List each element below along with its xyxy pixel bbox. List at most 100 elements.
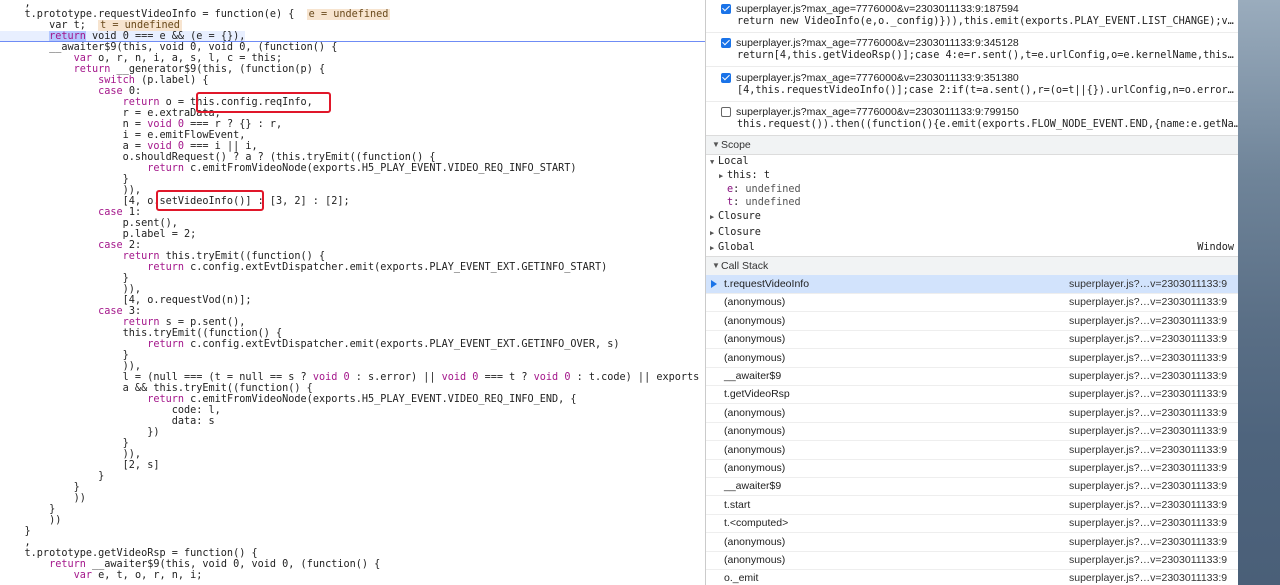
scope-global[interactable]: ▶ Global Window xyxy=(706,241,1239,255)
callstack-frame[interactable]: t.<computed> superplayer.js?…v=2303011133… xyxy=(706,514,1239,534)
code-line[interactable]: )) xyxy=(0,493,86,504)
code-line[interactable]: t.prototype.getVideoRsp = function() { xyxy=(0,548,258,559)
code-line[interactable]: __awaiter$9(this, void 0, void 0, (funct… xyxy=(0,42,337,53)
callstack-frame[interactable]: t.start superplayer.js?…v=2303011133:9 xyxy=(706,496,1239,515)
frame-source-link[interactable]: superplayer.js?…v=2303011133:9 xyxy=(1069,496,1227,514)
frame-source-link[interactable]: superplayer.js?…v=2303011133:9 xyxy=(1069,293,1227,311)
code-line[interactable]: [4, o.requestVod(n)]; xyxy=(0,295,252,306)
breakpoint-item[interactable]: superplayer.js?max_age=7776000&v=2303011… xyxy=(706,32,1239,67)
frame-source-link[interactable]: superplayer.js?…v=2303011133:9 xyxy=(1069,533,1227,551)
callstack-frame[interactable]: (anonymous) superplayer.js?…v=2303011133:… xyxy=(706,293,1239,313)
breakpoint-checkbox[interactable] xyxy=(721,38,731,48)
callstack-frame[interactable]: o._emit superplayer.js?…v=2303011133:9 xyxy=(706,569,1239,585)
callstack-frame[interactable]: (anonymous) superplayer.js?…v=2303011133:… xyxy=(706,349,1239,368)
callstack-frame[interactable]: (anonymous) superplayer.js?…v=2303011133:… xyxy=(706,312,1239,331)
code-line[interactable]: i = e.emitFlowEvent, xyxy=(0,130,246,141)
code-line[interactable]: } xyxy=(0,273,129,284)
callstack-frame[interactable]: t.getVideoRsp superplayer.js?…v=230301113… xyxy=(706,385,1239,405)
frame-source-link[interactable]: superplayer.js?…v=2303011133:9 xyxy=(1069,404,1227,422)
frame-source-link[interactable]: superplayer.js?…v=2303011133:9 xyxy=(1069,349,1227,367)
callstack-frame[interactable]: __awaiter$9 superplayer.js?…v=2303011133:… xyxy=(706,367,1239,386)
code-line[interactable]: } xyxy=(0,438,129,449)
code-line[interactable]: , xyxy=(0,0,31,9)
code-line[interactable]: return c.config.extEvtDispatcher.emit(ex… xyxy=(0,262,607,273)
code-line[interactable]: r = e.extraData, xyxy=(0,108,221,119)
callstack-frame[interactable]: (anonymous) superplayer.js?…v=2303011133:… xyxy=(706,459,1239,478)
code-line[interactable]: var o, r, n, i, a, s, l, c = this; xyxy=(0,53,283,64)
scope-closure-2[interactable]: ▶ Closure xyxy=(706,226,1239,240)
callstack-frame-current[interactable]: t.requestVideoInfo superplayer.js?…v=2303… xyxy=(706,275,1239,294)
frame-source-link[interactable]: superplayer.js?…v=2303011133:9 xyxy=(1069,422,1227,440)
code-line[interactable]: switch (p.label) { xyxy=(0,75,208,86)
breakpoint-item[interactable]: superplayer.js?max_age=7776000&v=2303011… xyxy=(706,0,1239,33)
frame-source-link[interactable]: superplayer.js?…v=2303011133:9 xyxy=(1069,441,1227,459)
code-line[interactable]: var e, t, o, r, n, i; xyxy=(0,570,203,581)
code-line[interactable]: t.prototype.requestVideoInfo = function(… xyxy=(0,9,391,20)
code-line[interactable]: p.sent(), xyxy=(0,218,178,229)
callstack-frame[interactable]: __awaiter$9 superplayer.js?…v=2303011133:… xyxy=(706,477,1239,497)
breakpoint-checkbox[interactable] xyxy=(721,73,731,83)
code-line[interactable]: )) xyxy=(0,515,61,526)
code-line[interactable]: return c.emitFromVideoNode(exports.H5_PL… xyxy=(0,163,576,174)
frame-source-link[interactable]: superplayer.js?…v=2303011133:9 xyxy=(1069,569,1227,585)
code-line[interactable]: )), xyxy=(0,284,141,295)
frame-source-link[interactable]: superplayer.js?…v=2303011133:9 xyxy=(1069,275,1227,293)
scope-var-this[interactable]: ▶ this: t xyxy=(706,169,1239,183)
frame-source-link[interactable]: superplayer.js?…v=2303011133:9 xyxy=(1069,459,1227,477)
callstack-frame[interactable]: (anonymous) superplayer.js?…v=2303011133:… xyxy=(706,404,1239,423)
code-line[interactable]: )), xyxy=(0,361,141,372)
code-line[interactable]: return c.config.extEvtDispatcher.emit(ex… xyxy=(0,339,619,350)
scope-closure-1[interactable]: ▶ Closure xyxy=(706,210,1239,224)
callstack-frame[interactable]: (anonymous) superplayer.js?…v=2303011133:… xyxy=(706,441,1239,460)
code-line[interactable]: return c.emitFromVideoNode(exports.H5_PL… xyxy=(0,394,576,405)
code-line[interactable]: case 2: xyxy=(0,240,141,251)
callstack-frame[interactable]: (anonymous) superplayer.js?…v=2303011133:… xyxy=(706,330,1239,350)
code-line[interactable]: [2, s] xyxy=(0,460,160,471)
callstack-frame[interactable]: (anonymous) superplayer.js?…v=2303011133:… xyxy=(706,533,1239,552)
code-line[interactable]: } xyxy=(0,482,80,493)
code-line[interactable]: } xyxy=(0,471,104,482)
code-line[interactable]: case 1: xyxy=(0,207,141,218)
code-line[interactable]: } xyxy=(0,526,31,537)
code-line[interactable]: } xyxy=(0,174,129,185)
frame-source-link[interactable]: superplayer.js?…v=2303011133:9 xyxy=(1069,551,1227,569)
code-line[interactable]: return __awaiter$9(this, void 0, void 0,… xyxy=(0,559,380,570)
code-line[interactable]: return __generator$9(this, (function(p) … xyxy=(0,64,325,75)
scope-section-header[interactable]: ▼ Scope xyxy=(706,135,1239,155)
frame-source-link[interactable]: superplayer.js?…v=2303011133:9 xyxy=(1069,477,1227,495)
code-line[interactable]: return this.tryEmit((function() { xyxy=(0,251,325,262)
code-line[interactable]: case 3: xyxy=(0,306,141,317)
code-line[interactable]: data: s xyxy=(0,416,215,427)
frame-source-link[interactable]: superplayer.js?…v=2303011133:9 xyxy=(1069,312,1227,330)
frame-source-link[interactable]: superplayer.js?…v=2303011133:9 xyxy=(1069,385,1227,403)
code-line[interactable]: var t; t = undefined xyxy=(0,20,182,31)
code-line[interactable]: a && this.tryEmit((function() { xyxy=(0,383,313,394)
callstack-section-header[interactable]: ▼ Call Stack xyxy=(706,256,1239,276)
code-line[interactable]: }) xyxy=(0,427,159,438)
scope-local[interactable]: ▼ Local xyxy=(706,155,1239,169)
code-line[interactable]: l = (null === (t = null == s ? void 0 : … xyxy=(0,372,700,383)
source-code-editor[interactable]: , t.prototype.requestVideoInfo = functio… xyxy=(0,0,705,585)
code-line[interactable]: return s = p.sent(), xyxy=(0,317,246,328)
frame-source-link[interactable]: superplayer.js?…v=2303011133:9 xyxy=(1069,367,1227,385)
callstack-frame[interactable]: (anonymous) superplayer.js?…v=2303011133:… xyxy=(706,551,1239,570)
code-line[interactable]: } xyxy=(0,504,55,515)
code-line[interactable]: this.tryEmit((function() { xyxy=(0,328,282,339)
breakpoint-checkbox[interactable] xyxy=(721,4,731,14)
code-line[interactable]: } xyxy=(0,350,129,361)
code-line[interactable]: , xyxy=(0,537,31,548)
code-line[interactable]: a = void 0 === i || i, xyxy=(0,141,258,152)
frame-source-link[interactable]: superplayer.js?…v=2303011133:9 xyxy=(1069,330,1227,348)
callstack-frame[interactable]: (anonymous) superplayer.js?…v=2303011133:… xyxy=(706,422,1239,442)
breakpoint-item[interactable]: superplayer.js?max_age=7776000&v=2303011… xyxy=(706,67,1239,102)
breakpoint-checkbox[interactable] xyxy=(721,107,731,117)
code-line[interactable]: p.label = 2; xyxy=(0,229,197,240)
frame-source-link[interactable]: superplayer.js?…v=2303011133:9 xyxy=(1069,514,1227,532)
code-line[interactable]: n = void 0 === r ? {} : r, xyxy=(0,119,283,130)
code-line[interactable]: o.shouldRequest() ? a ? (this.tryEmit((f… xyxy=(0,152,436,163)
code-line[interactable]: )), xyxy=(0,185,141,196)
code-line[interactable]: code: l, xyxy=(0,405,221,416)
breakpoint-item[interactable]: superplayer.js?max_age=7776000&v=2303011… xyxy=(706,101,1239,136)
code-line[interactable]: )), xyxy=(0,449,141,460)
code-line[interactable]: case 0: xyxy=(0,86,141,97)
